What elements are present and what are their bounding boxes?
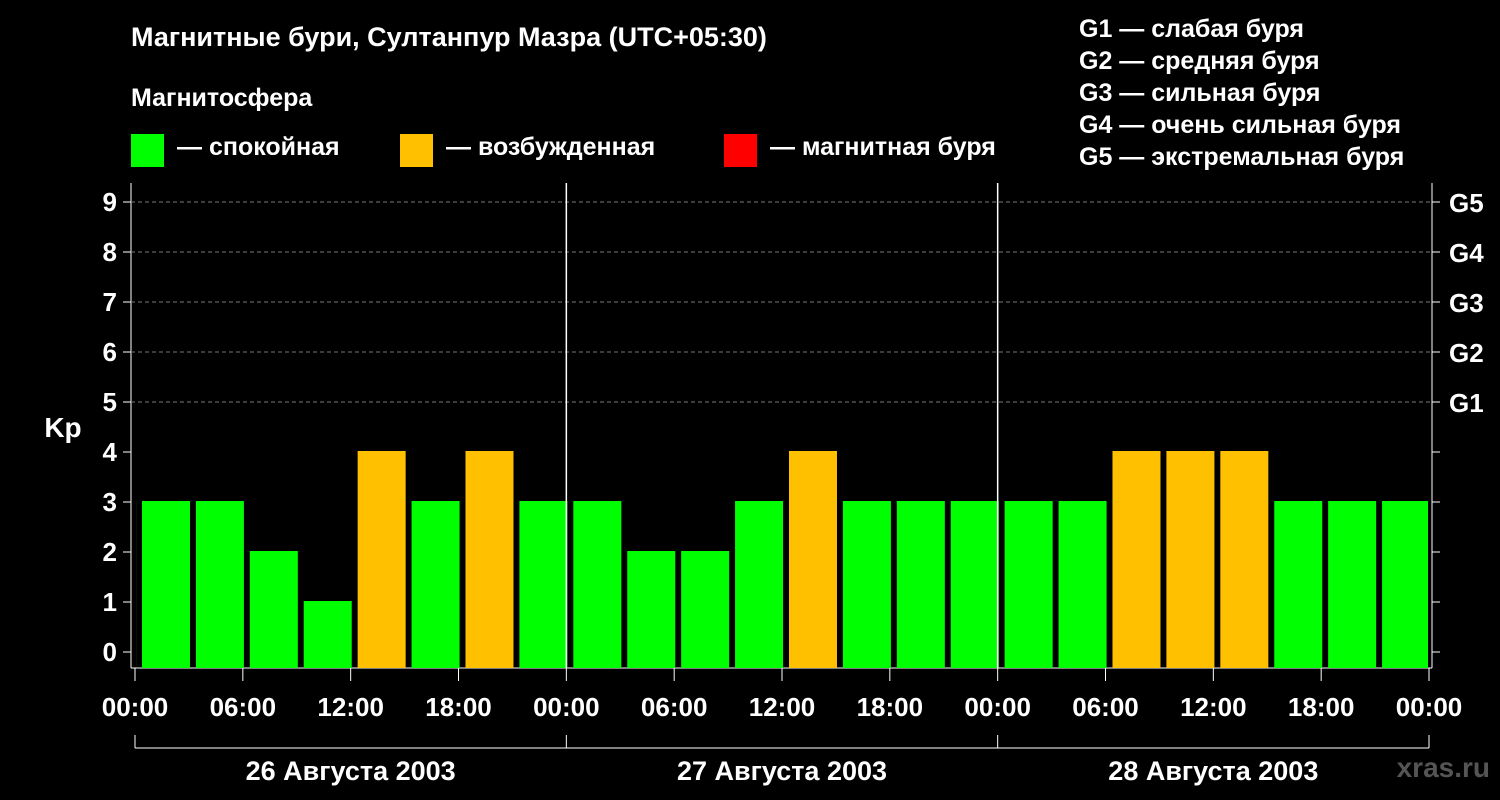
kp-bar xyxy=(950,501,999,668)
x-tick-label: 00:00 xyxy=(102,692,169,722)
x-tick-label: 12:00 xyxy=(1180,692,1247,722)
kp-bar-chart: 0 1 2 3 4 5 6 7 8 9 G1 G2 G3 G4 G5 Kp 00:00 06:00 12:00 18:… xyxy=(44,183,1484,786)
kp-bar xyxy=(573,501,622,668)
kp-bar xyxy=(357,451,406,668)
day-label: 26 Августа 2003 xyxy=(246,756,456,786)
kp-bar xyxy=(735,501,784,668)
kp-bar xyxy=(519,501,568,668)
day-label: 28 Августа 2003 xyxy=(1108,756,1318,786)
y-tick-label: 6 xyxy=(103,337,117,367)
g-tick-label: G3 xyxy=(1449,288,1484,318)
x-tick-label: 00:00 xyxy=(964,692,1031,722)
kp-bar xyxy=(1382,501,1428,668)
g-tick-label: G2 xyxy=(1449,338,1484,368)
kp-bar xyxy=(627,551,676,668)
kp-bar xyxy=(411,501,460,668)
x-tick-label: 06:00 xyxy=(210,692,277,722)
x-tick-label: 06:00 xyxy=(641,692,708,722)
y-tick-label: 3 xyxy=(103,487,117,517)
kp-bar xyxy=(303,601,352,668)
kp-bar xyxy=(1004,501,1053,668)
x-tick-label: 00:00 xyxy=(533,692,600,722)
g-tick-label: G4 xyxy=(1449,238,1484,268)
kp-bar xyxy=(249,551,298,668)
x-tick-label: 12:00 xyxy=(749,692,816,722)
kp-bar xyxy=(1058,501,1107,668)
x-tick-label: 18:00 xyxy=(857,692,924,722)
kp-bar xyxy=(465,451,514,668)
y-tick-label: 1 xyxy=(103,587,117,617)
x-tick-label: 18:00 xyxy=(425,692,492,722)
kp-bar xyxy=(681,551,730,668)
kp-bar xyxy=(195,501,244,668)
y-tick-label: 0 xyxy=(103,637,117,667)
x-tick-label: 00:00 xyxy=(1396,692,1463,722)
y-tick-label: 8 xyxy=(103,237,117,267)
kp-bar xyxy=(788,451,837,668)
g-tick-label: G1 xyxy=(1449,388,1484,418)
y-tick-label: 9 xyxy=(103,187,117,217)
y-axis-label: Kp xyxy=(44,412,81,443)
x-tick-label: 18:00 xyxy=(1288,692,1355,722)
y-tick-label: 2 xyxy=(103,537,117,567)
day-label: 27 Августа 2003 xyxy=(677,756,887,786)
kp-bar xyxy=(1274,501,1323,668)
kp-bar xyxy=(1220,451,1269,668)
y-tick-label: 5 xyxy=(103,387,117,417)
kp-bar xyxy=(896,501,945,668)
kp-bar xyxy=(842,501,891,668)
kp-bar xyxy=(1166,451,1215,668)
watermark: xras.ru xyxy=(1396,752,1490,783)
kp-bar xyxy=(1328,501,1377,668)
y-tick-label: 4 xyxy=(103,437,118,467)
x-tick-label: 06:00 xyxy=(1072,692,1139,722)
kp-bar xyxy=(141,501,190,668)
kp-bar xyxy=(1112,451,1161,668)
g-tick-label: G5 xyxy=(1449,188,1484,218)
y-tick-label: 7 xyxy=(103,287,117,317)
x-tick-label: 12:00 xyxy=(317,692,384,722)
